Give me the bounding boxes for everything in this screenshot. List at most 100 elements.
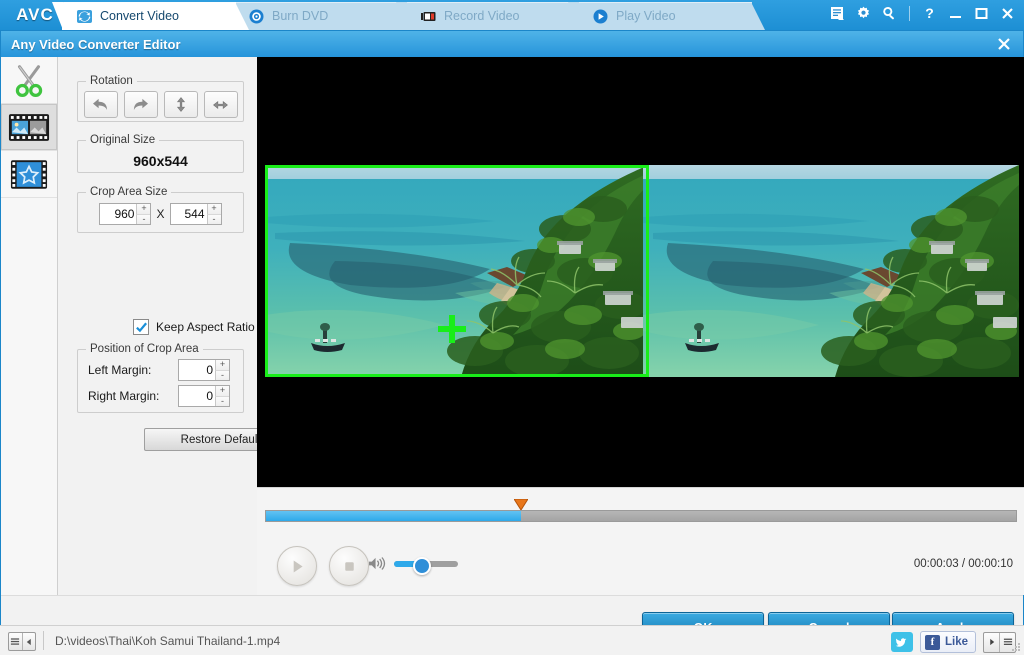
camcorder-icon	[420, 8, 437, 25]
facebook-like-label: Like	[945, 636, 968, 648]
original-size-legend: Original Size	[86, 134, 159, 146]
left-margin-increment[interactable]: +	[215, 360, 229, 371]
divider	[909, 6, 910, 21]
status-divider	[43, 631, 44, 650]
film-strip-icon	[8, 112, 50, 143]
position-legend: Position of Crop Area	[86, 343, 203, 355]
minimize-icon[interactable]	[947, 5, 964, 22]
tab-play-video[interactable]: Play Video	[578, 2, 752, 30]
stop-button[interactable]	[329, 546, 369, 586]
crop-area-size-legend: Crop Area Size	[86, 186, 171, 198]
crop-area-size-group: Crop Area Size + - X	[77, 186, 244, 233]
crop-center-crosshair[interactable]	[438, 315, 466, 343]
convert-icon	[76, 8, 93, 25]
play-circle-icon	[592, 8, 609, 25]
resize-grip-icon[interactable]	[1012, 643, 1021, 652]
facebook-like-button[interactable]: f Like	[920, 631, 976, 653]
crop-height-decrement[interactable]: -	[207, 215, 221, 225]
collapse-left-icon[interactable]	[23, 633, 36, 650]
status-bar: D:\videos\Thai\Koh Samui Thailand-1.mp4 …	[0, 625, 1024, 655]
original-size-value: 960x544	[78, 146, 243, 169]
rotate-left-icon	[91, 97, 110, 112]
speaker-icon[interactable]	[367, 556, 386, 571]
flip-vertical-button[interactable]	[164, 91, 198, 118]
tab-label: Play Video	[616, 9, 676, 23]
crop-width-decrement[interactable]: -	[136, 215, 150, 225]
left-margin-spinner[interactable]: + -	[178, 359, 230, 381]
seek-track[interactable]	[265, 510, 1017, 522]
volume-control[interactable]	[367, 556, 458, 571]
search-icon[interactable]	[881, 5, 898, 22]
maximize-icon[interactable]	[973, 5, 990, 22]
editor-body: Rotation	[1, 57, 1023, 624]
play-icon	[289, 558, 306, 575]
playback-transport: 00:00:03 / 00:00:10	[257, 487, 1024, 595]
right-margin-label: Right Margin:	[88, 389, 172, 403]
gear-icon[interactable]	[855, 5, 872, 22]
tool-rail	[1, 57, 58, 595]
facebook-icon: f	[925, 635, 940, 650]
main-tab-bar: AVC Convert Video	[0, 0, 1024, 30]
disc-icon	[248, 8, 265, 25]
window-controls: ?	[829, 5, 1016, 22]
video-frame-right	[643, 165, 1019, 377]
crop-height-spinner[interactable]: + -	[170, 203, 222, 225]
play-button[interactable]	[277, 546, 317, 586]
size-separator: X	[156, 207, 164, 221]
position-of-crop-area-group: Position of Crop Area Left Margin: + - R	[77, 343, 244, 413]
star-film-icon	[10, 158, 48, 191]
stop-icon	[341, 558, 358, 575]
crop-height-increment[interactable]: +	[207, 204, 221, 215]
right-margin-decrement[interactable]: -	[215, 397, 229, 407]
crop-width-stepper[interactable]: + -	[136, 204, 150, 224]
right-margin-spinner[interactable]: + -	[178, 385, 230, 407]
right-margin-increment[interactable]: +	[215, 386, 229, 397]
seek-progress-fill	[266, 511, 521, 521]
keep-aspect-ratio-checkbox[interactable]: Keep Aspect Ratio	[133, 319, 255, 335]
editor-title-bar: Any Video Converter Editor	[1, 31, 1023, 57]
tab-record-video[interactable]: Record Video	[406, 2, 580, 30]
app-window: AVC Convert Video	[0, 0, 1024, 655]
editor-dialog: Any Video Converter Editor	[0, 30, 1024, 625]
editor-close-icon[interactable]	[995, 35, 1013, 53]
list-edit-icon[interactable]	[829, 5, 846, 22]
list-icon[interactable]	[9, 633, 23, 650]
expand-right-icon[interactable]	[984, 633, 1000, 652]
crop-height-stepper[interactable]: + -	[207, 204, 221, 224]
timecode-display: 00:00:03 / 00:00:10	[914, 558, 1013, 570]
clip-tool-button[interactable]	[1, 57, 57, 104]
crop-tool-button[interactable]	[1, 104, 57, 151]
rotate-right-button[interactable]	[124, 91, 158, 118]
crop-preview-pane[interactable]	[265, 165, 649, 377]
tab-convert-video[interactable]: Convert Video	[62, 2, 236, 30]
close-icon[interactable]	[999, 5, 1016, 22]
tab-label: Convert Video	[100, 9, 179, 23]
check-icon	[135, 321, 148, 334]
seek-bar[interactable]	[265, 510, 1017, 522]
flip-horizontal-icon	[212, 98, 229, 112]
volume-slider-handle[interactable]	[413, 557, 431, 575]
effect-tool-button[interactable]	[1, 151, 57, 198]
social-buttons: f Like	[891, 631, 1016, 653]
video-preview-area	[257, 57, 1024, 487]
twitter-button[interactable]	[891, 632, 913, 652]
rotate-left-button[interactable]	[84, 91, 118, 118]
volume-slider-track[interactable]	[394, 561, 458, 567]
editor-title: Any Video Converter Editor	[11, 37, 181, 52]
twitter-icon	[895, 636, 908, 649]
tab-burn-dvd[interactable]: Burn DVD	[234, 2, 408, 30]
help-icon[interactable]: ?	[921, 5, 938, 22]
video-frame-left	[265, 165, 649, 377]
left-margin-stepper[interactable]: + -	[215, 360, 229, 380]
left-margin-decrement[interactable]: -	[215, 371, 229, 381]
flip-horizontal-button[interactable]	[204, 91, 238, 118]
scissors-icon	[10, 61, 48, 99]
rotation-group: Rotation	[77, 75, 244, 122]
crop-width-spinner[interactable]: + -	[99, 203, 151, 225]
transport-buttons	[277, 546, 369, 586]
crop-width-increment[interactable]: +	[136, 204, 150, 215]
right-margin-stepper[interactable]: + -	[215, 386, 229, 406]
original-size-group: Original Size 960x544	[77, 134, 244, 173]
playhead-marker[interactable]	[514, 499, 528, 510]
list-view-toggle[interactable]	[8, 632, 36, 651]
